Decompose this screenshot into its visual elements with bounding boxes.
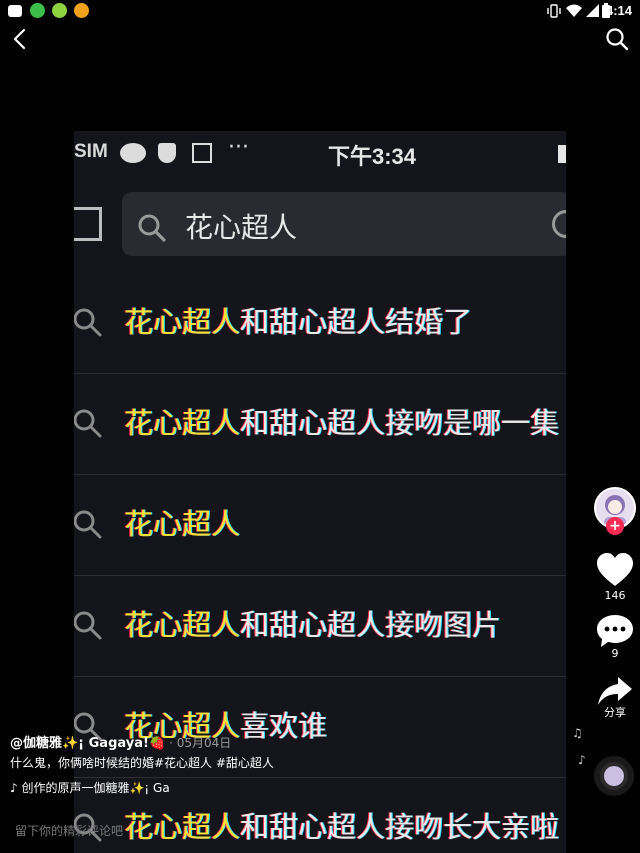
suggestion-search-icon: [74, 308, 102, 337]
video-search-bar: 花心超人: [122, 192, 566, 256]
suggestion-text: 花心超人: [124, 507, 241, 541]
comment-icon[interactable]: [596, 614, 634, 648]
green-app-icon: [52, 3, 67, 18]
suggestion-row: 花心超人和甜心超人接吻图片: [74, 576, 566, 677]
video-status-bar: SIM ··· 下午3:34: [74, 131, 566, 175]
video-search-icon: [138, 214, 166, 242]
video-clear-icon: [552, 210, 566, 238]
mail-icon: [8, 5, 22, 17]
vibrate-icon: [547, 4, 561, 18]
video-battery-icon: [558, 145, 566, 163]
suggestion-text: 花心超人和甜心超人结婚了: [124, 305, 473, 339]
video-app-icon: [192, 143, 212, 163]
suggestion-text: 花心超人和甜心超人接吻是哪一集: [124, 406, 560, 440]
suggestion-search-icon: [74, 510, 102, 539]
suggestion-row: 花心超人: [74, 475, 566, 576]
follow-button[interactable]: +: [606, 517, 624, 535]
suggestion-search-icon: [74, 611, 102, 640]
wifi-icon: [566, 4, 582, 17]
video-more-icon: ···: [228, 135, 249, 160]
back-arrow-icon[interactable]: [8, 26, 34, 52]
suggestion-row: 花心超人和甜心超人接吻是哪一集: [74, 374, 566, 475]
uc-browser-icon: [74, 3, 89, 18]
music-note-icon: ♪: [578, 753, 586, 767]
music-disc[interactable]: [594, 756, 634, 796]
status-time: 4:14: [605, 3, 632, 18]
author-line[interactable]: @伽糖雅✨¡ Gagaya!🍓 · 05月04日: [10, 732, 231, 751]
music-title[interactable]: ♪ 创作的原声一伽糖雅✨¡ Ga: [10, 779, 170, 796]
music-disc-cover: [604, 766, 624, 786]
suggestion-search-icon: [74, 409, 102, 438]
comment-bar[interactable]: 留下你的精彩评论吧: [0, 808, 640, 853]
video-scan-icon: [74, 207, 102, 241]
like-heart-icon[interactable]: [596, 553, 634, 587]
signal-icon: [586, 4, 599, 17]
share-label: 分享: [604, 706, 626, 719]
status-bar: 4:14: [0, 0, 640, 22]
search-icon[interactable]: [604, 26, 630, 52]
chat-icon: [30, 3, 45, 18]
video-time: 下午3:34: [328, 144, 417, 169]
author-name[interactable]: @伽糖雅✨¡ Gagaya!🍓: [10, 736, 165, 751]
app-screen: 4:14 SIM ··· 下午3:34 花心超人 花心超人和甜心超人结婚了 花心…: [0, 0, 640, 853]
comment-input[interactable]: 留下你的精彩评论吧: [15, 822, 123, 839]
video-search-query: 花心超人: [185, 211, 298, 244]
post-description: 什么鬼，你俩啥时候结的婚#花心超人 #甜心超人: [10, 756, 274, 770]
video-shield-icon: [158, 143, 176, 163]
video-sim-label: SIM: [74, 141, 108, 162]
video-wechat-icon: [120, 143, 146, 163]
share-arrow-icon[interactable]: [596, 674, 634, 708]
suggestion-text: 花心超人和甜心超人接吻图片: [124, 608, 502, 642]
comment-count: 9: [611, 647, 619, 660]
like-count: 146: [604, 589, 626, 602]
post-date: · 05月04日: [169, 736, 232, 750]
suggestion-row: 花心超人和甜心超人结婚了: [74, 273, 566, 374]
music-note-icon: ♫: [572, 726, 583, 740]
